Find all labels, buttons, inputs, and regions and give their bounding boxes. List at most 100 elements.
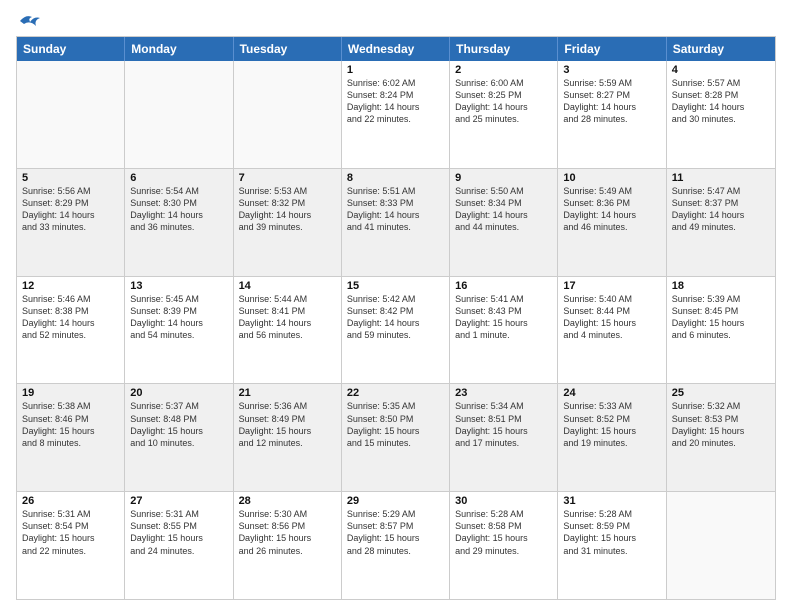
logo-bird-icon xyxy=(18,12,40,30)
calendar-cell-day-17: 17Sunrise: 5:40 AMSunset: 8:44 PMDayligh… xyxy=(558,277,666,384)
day-number: 14 xyxy=(239,280,336,292)
cell-info: Sunrise: 6:02 AMSunset: 8:24 PMDaylight:… xyxy=(347,77,444,126)
cell-info: Sunrise: 5:59 AMSunset: 8:27 PMDaylight:… xyxy=(563,77,660,126)
calendar-cell-day-13: 13Sunrise: 5:45 AMSunset: 8:39 PMDayligh… xyxy=(125,277,233,384)
calendar-cell-day-31: 31Sunrise: 5:28 AMSunset: 8:59 PMDayligh… xyxy=(558,492,666,599)
calendar: SundayMondayTuesdayWednesdayThursdayFrid… xyxy=(16,36,776,600)
day-number: 25 xyxy=(672,387,770,399)
calendar-cell-empty xyxy=(125,61,233,168)
calendar-cell-empty xyxy=(234,61,342,168)
calendar-cell-day-22: 22Sunrise: 5:35 AMSunset: 8:50 PMDayligh… xyxy=(342,384,450,491)
cell-info: Sunrise: 5:41 AMSunset: 8:43 PMDaylight:… xyxy=(455,293,552,342)
day-number: 18 xyxy=(672,280,770,292)
calendar-row-4: 26Sunrise: 5:31 AMSunset: 8:54 PMDayligh… xyxy=(17,491,775,599)
weekday-header-monday: Monday xyxy=(125,37,233,61)
weekday-header-tuesday: Tuesday xyxy=(234,37,342,61)
day-number: 24 xyxy=(563,387,660,399)
calendar-cell-day-21: 21Sunrise: 5:36 AMSunset: 8:49 PMDayligh… xyxy=(234,384,342,491)
logo xyxy=(16,12,40,30)
cell-info: Sunrise: 5:54 AMSunset: 8:30 PMDaylight:… xyxy=(130,185,227,234)
day-number: 1 xyxy=(347,64,444,76)
calendar-cell-day-29: 29Sunrise: 5:29 AMSunset: 8:57 PMDayligh… xyxy=(342,492,450,599)
cell-info: Sunrise: 5:46 AMSunset: 8:38 PMDaylight:… xyxy=(22,293,119,342)
day-number: 30 xyxy=(455,495,552,507)
day-number: 6 xyxy=(130,172,227,184)
calendar-cell-day-14: 14Sunrise: 5:44 AMSunset: 8:41 PMDayligh… xyxy=(234,277,342,384)
calendar-cell-day-30: 30Sunrise: 5:28 AMSunset: 8:58 PMDayligh… xyxy=(450,492,558,599)
cell-info: Sunrise: 5:34 AMSunset: 8:51 PMDaylight:… xyxy=(455,400,552,449)
day-number: 31 xyxy=(563,495,660,507)
calendar-cell-empty xyxy=(17,61,125,168)
cell-info: Sunrise: 5:33 AMSunset: 8:52 PMDaylight:… xyxy=(563,400,660,449)
day-number: 4 xyxy=(672,64,770,76)
cell-info: Sunrise: 5:45 AMSunset: 8:39 PMDaylight:… xyxy=(130,293,227,342)
day-number: 20 xyxy=(130,387,227,399)
cell-info: Sunrise: 6:00 AMSunset: 8:25 PMDaylight:… xyxy=(455,77,552,126)
calendar-cell-day-16: 16Sunrise: 5:41 AMSunset: 8:43 PMDayligh… xyxy=(450,277,558,384)
calendar-row-2: 12Sunrise: 5:46 AMSunset: 8:38 PMDayligh… xyxy=(17,276,775,384)
day-number: 16 xyxy=(455,280,552,292)
page: SundayMondayTuesdayWednesdayThursdayFrid… xyxy=(0,0,792,612)
day-number: 13 xyxy=(130,280,227,292)
calendar-cell-day-5: 5Sunrise: 5:56 AMSunset: 8:29 PMDaylight… xyxy=(17,169,125,276)
day-number: 19 xyxy=(22,387,119,399)
cell-info: Sunrise: 5:30 AMSunset: 8:56 PMDaylight:… xyxy=(239,508,336,557)
calendar-cell-day-3: 3Sunrise: 5:59 AMSunset: 8:27 PMDaylight… xyxy=(558,61,666,168)
day-number: 12 xyxy=(22,280,119,292)
calendar-header: SundayMondayTuesdayWednesdayThursdayFrid… xyxy=(17,37,775,61)
cell-info: Sunrise: 5:38 AMSunset: 8:46 PMDaylight:… xyxy=(22,400,119,449)
day-number: 23 xyxy=(455,387,552,399)
day-number: 22 xyxy=(347,387,444,399)
day-number: 9 xyxy=(455,172,552,184)
calendar-cell-day-7: 7Sunrise: 5:53 AMSunset: 8:32 PMDaylight… xyxy=(234,169,342,276)
cell-info: Sunrise: 5:40 AMSunset: 8:44 PMDaylight:… xyxy=(563,293,660,342)
weekday-header-wednesday: Wednesday xyxy=(342,37,450,61)
calendar-cell-day-15: 15Sunrise: 5:42 AMSunset: 8:42 PMDayligh… xyxy=(342,277,450,384)
calendar-cell-day-2: 2Sunrise: 6:00 AMSunset: 8:25 PMDaylight… xyxy=(450,61,558,168)
cell-info: Sunrise: 5:28 AMSunset: 8:59 PMDaylight:… xyxy=(563,508,660,557)
cell-info: Sunrise: 5:31 AMSunset: 8:54 PMDaylight:… xyxy=(22,508,119,557)
day-number: 5 xyxy=(22,172,119,184)
calendar-cell-day-4: 4Sunrise: 5:57 AMSunset: 8:28 PMDaylight… xyxy=(667,61,775,168)
day-number: 3 xyxy=(563,64,660,76)
cell-info: Sunrise: 5:57 AMSunset: 8:28 PMDaylight:… xyxy=(672,77,770,126)
day-number: 15 xyxy=(347,280,444,292)
calendar-cell-day-1: 1Sunrise: 6:02 AMSunset: 8:24 PMDaylight… xyxy=(342,61,450,168)
cell-info: Sunrise: 5:29 AMSunset: 8:57 PMDaylight:… xyxy=(347,508,444,557)
day-number: 17 xyxy=(563,280,660,292)
calendar-cell-day-28: 28Sunrise: 5:30 AMSunset: 8:56 PMDayligh… xyxy=(234,492,342,599)
cell-info: Sunrise: 5:53 AMSunset: 8:32 PMDaylight:… xyxy=(239,185,336,234)
calendar-cell-day-18: 18Sunrise: 5:39 AMSunset: 8:45 PMDayligh… xyxy=(667,277,775,384)
cell-info: Sunrise: 5:39 AMSunset: 8:45 PMDaylight:… xyxy=(672,293,770,342)
calendar-cell-day-6: 6Sunrise: 5:54 AMSunset: 8:30 PMDaylight… xyxy=(125,169,233,276)
calendar-body: 1Sunrise: 6:02 AMSunset: 8:24 PMDaylight… xyxy=(17,61,775,599)
day-number: 10 xyxy=(563,172,660,184)
cell-info: Sunrise: 5:51 AMSunset: 8:33 PMDaylight:… xyxy=(347,185,444,234)
day-number: 8 xyxy=(347,172,444,184)
calendar-cell-day-8: 8Sunrise: 5:51 AMSunset: 8:33 PMDaylight… xyxy=(342,169,450,276)
cell-info: Sunrise: 5:31 AMSunset: 8:55 PMDaylight:… xyxy=(130,508,227,557)
calendar-cell-day-10: 10Sunrise: 5:49 AMSunset: 8:36 PMDayligh… xyxy=(558,169,666,276)
weekday-header-friday: Friday xyxy=(558,37,666,61)
day-number: 11 xyxy=(672,172,770,184)
day-number: 29 xyxy=(347,495,444,507)
cell-info: Sunrise: 5:50 AMSunset: 8:34 PMDaylight:… xyxy=(455,185,552,234)
cell-info: Sunrise: 5:35 AMSunset: 8:50 PMDaylight:… xyxy=(347,400,444,449)
cell-info: Sunrise: 5:36 AMSunset: 8:49 PMDaylight:… xyxy=(239,400,336,449)
calendar-cell-day-19: 19Sunrise: 5:38 AMSunset: 8:46 PMDayligh… xyxy=(17,384,125,491)
day-number: 28 xyxy=(239,495,336,507)
cell-info: Sunrise: 5:42 AMSunset: 8:42 PMDaylight:… xyxy=(347,293,444,342)
cell-info: Sunrise: 5:56 AMSunset: 8:29 PMDaylight:… xyxy=(22,185,119,234)
header xyxy=(16,12,776,30)
calendar-row-0: 1Sunrise: 6:02 AMSunset: 8:24 PMDaylight… xyxy=(17,61,775,168)
calendar-cell-day-12: 12Sunrise: 5:46 AMSunset: 8:38 PMDayligh… xyxy=(17,277,125,384)
calendar-cell-day-26: 26Sunrise: 5:31 AMSunset: 8:54 PMDayligh… xyxy=(17,492,125,599)
calendar-row-1: 5Sunrise: 5:56 AMSunset: 8:29 PMDaylight… xyxy=(17,168,775,276)
cell-info: Sunrise: 5:49 AMSunset: 8:36 PMDaylight:… xyxy=(563,185,660,234)
day-number: 26 xyxy=(22,495,119,507)
calendar-cell-day-23: 23Sunrise: 5:34 AMSunset: 8:51 PMDayligh… xyxy=(450,384,558,491)
cell-info: Sunrise: 5:32 AMSunset: 8:53 PMDaylight:… xyxy=(672,400,770,449)
calendar-cell-empty xyxy=(667,492,775,599)
calendar-cell-day-9: 9Sunrise: 5:50 AMSunset: 8:34 PMDaylight… xyxy=(450,169,558,276)
day-number: 21 xyxy=(239,387,336,399)
